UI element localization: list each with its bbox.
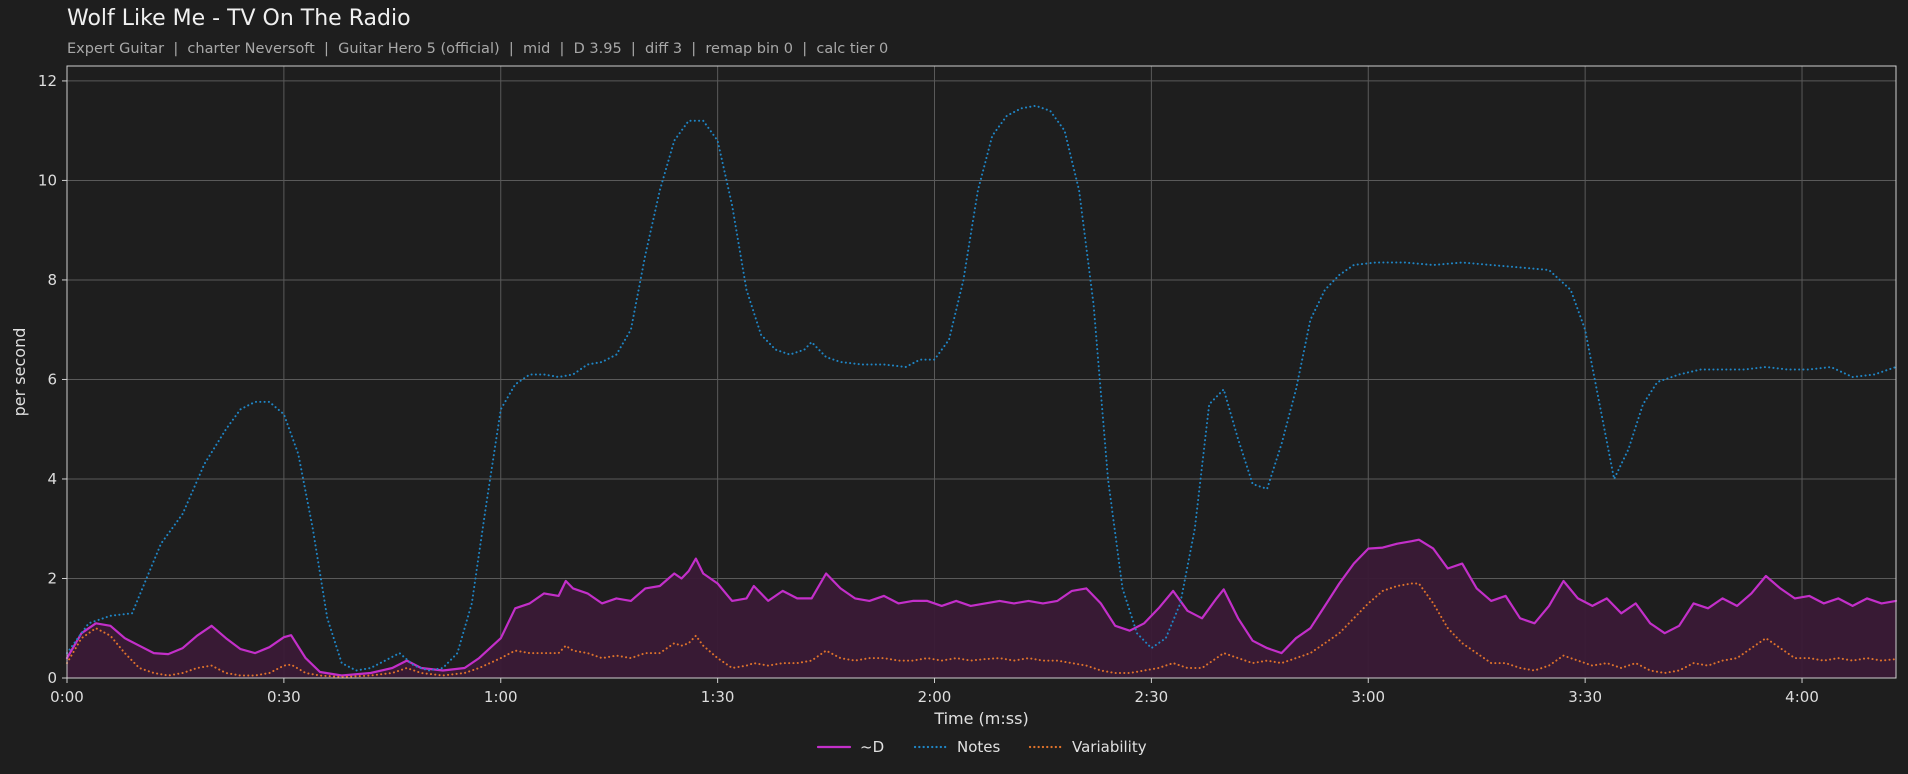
y-tick-label: 0 bbox=[47, 669, 57, 687]
y-axis-label: per second bbox=[10, 328, 29, 417]
grid-lines bbox=[66, 66, 1896, 679]
y-tick-label: 8 bbox=[47, 271, 57, 289]
y-tick-label: 12 bbox=[38, 72, 57, 90]
y-tick-label: 10 bbox=[38, 171, 57, 189]
x-tick-label: 0:30 bbox=[267, 688, 301, 706]
plot-frame bbox=[66, 65, 1897, 679]
series-line-notes bbox=[66, 104, 1897, 672]
x-tick-label: 2:30 bbox=[1135, 688, 1169, 706]
x-tick-label: 3:00 bbox=[1351, 688, 1385, 706]
x-axis-label: Time (m:ss) bbox=[933, 709, 1028, 728]
legend-label: ~D bbox=[860, 738, 884, 756]
series-layer bbox=[65, 104, 1898, 678]
x-tick-label: 2:00 bbox=[918, 688, 952, 706]
line-chart: 0:00 0:30 1:00 1:30 2:00 2:30 3:00 3:30 4:00 0 2 4 6… bbox=[10, 65, 1898, 756]
legend: ~D Notes Variability bbox=[816, 738, 1147, 756]
x-tick-label: 3:30 bbox=[1568, 688, 1602, 706]
y-tick-label: 2 bbox=[47, 569, 57, 587]
legend-label: Notes bbox=[957, 738, 1001, 756]
y-tick-label: 6 bbox=[47, 370, 57, 388]
x-tick-label: 4:00 bbox=[1785, 688, 1819, 706]
x-tick-label: 1:30 bbox=[701, 688, 735, 706]
x-tick-label: 1:00 bbox=[484, 688, 518, 706]
series-area-d bbox=[67, 539, 1896, 678]
y-tick-label: 4 bbox=[47, 470, 57, 488]
legend-label: Variability bbox=[1072, 738, 1147, 756]
x-tick-label: 0:00 bbox=[50, 688, 84, 706]
